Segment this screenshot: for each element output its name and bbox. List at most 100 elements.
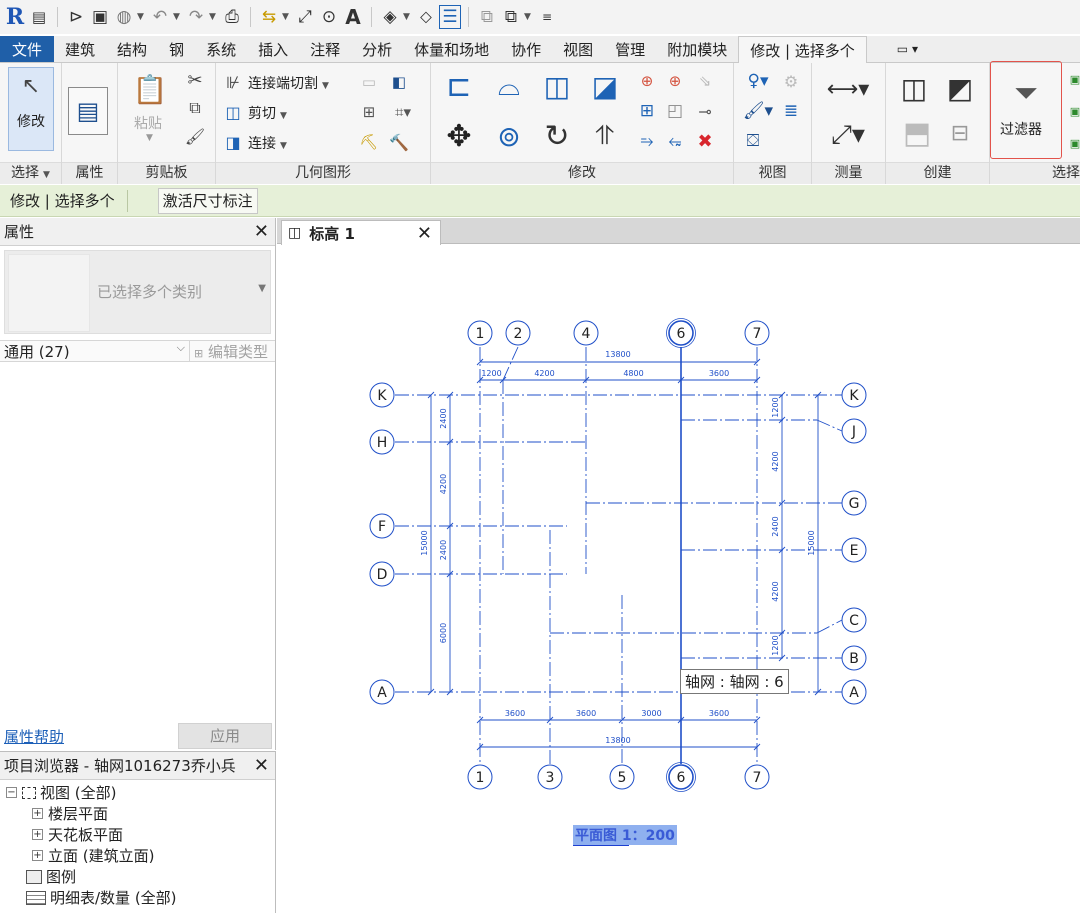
home-icon[interactable]: ▤ — [28, 5, 50, 29]
view-tab-level-1[interactable]: ◫ 标高 1 ✕ — [281, 220, 441, 245]
close-hidden-icon[interactable]: ⧉ — [476, 5, 498, 29]
create-assembly-icon[interactable]: ◫ — [894, 71, 934, 105]
chevron-down-icon[interactable]: ▼ — [282, 12, 292, 22]
expand-toggle[interactable]: + — [32, 808, 43, 819]
tab-systems[interactable]: 系统 — [195, 36, 247, 62]
unpin-icon[interactable]: ⇘ — [693, 69, 717, 93]
tab-view[interactable]: 视图 — [552, 36, 604, 62]
tab-analyze[interactable]: 分析 — [351, 36, 403, 62]
demolish-icon[interactable]: ⛏ — [358, 131, 380, 153]
drawing-canvas[interactable]: 1 2 4 6 7 1 3 5 6 7 K H F D A K J G E C B A 13800 1200 4200 4800 3… — [277, 245, 1080, 913]
scale-icon[interactable]: ◰ — [663, 99, 687, 123]
cut-button[interactable]: 剪切 ▼ — [248, 103, 287, 123]
split-element-icon[interactable]: ⊕ — [635, 69, 659, 93]
join-button[interactable]: 连接 ▼ — [248, 133, 287, 153]
tab-steel[interactable]: 钢 — [158, 36, 195, 62]
trim-extend-icon[interactable]: ⥣ — [585, 117, 625, 155]
tab-structure[interactable]: 结构 — [106, 36, 158, 62]
chevron-down-icon[interactable]: ▼ — [258, 283, 266, 294]
close-icon[interactable]: ✕ — [417, 223, 432, 244]
revit-logo-icon[interactable]: R — [4, 4, 26, 30]
match-properties-icon[interactable]: 🖌 — [184, 125, 206, 147]
rotate-icon[interactable]: ↻ — [537, 117, 577, 155]
collapse-toggle[interactable]: − — [6, 787, 17, 798]
tab-add-ins[interactable]: 附加模块 — [656, 36, 738, 62]
tab-collaborate[interactable]: 协作 — [500, 36, 552, 62]
hide-in-view-icon[interactable]: ♀▾ — [740, 69, 776, 93]
tab-annotate[interactable]: 注释 — [299, 36, 351, 62]
measure-icon[interactable]: ⇆ — [258, 5, 280, 29]
line-weights-icon[interactable]: ≣ — [778, 99, 804, 123]
dimension-icon[interactable]: ⤢ — [294, 5, 316, 29]
cut-icon[interactable]: ✂ — [184, 69, 206, 91]
paint-icon[interactable]: ◧ — [388, 71, 410, 93]
tab-modify-select-multiple[interactable]: 修改 | 选择多个 — [738, 36, 867, 63]
print-icon[interactable]: ⎙ — [221, 5, 243, 29]
chevron-down-icon[interactable]: ▼ — [403, 12, 413, 22]
grid-plan-drawing[interactable]: 1 2 4 6 7 1 3 5 6 7 K H F D A K J G E C B A 13800 1200 4200 4800 3… — [277, 245, 1080, 913]
trim-multiple-icon[interactable]: ⥳ — [663, 129, 687, 153]
expand-toggle[interactable]: + — [32, 850, 43, 861]
sync-icon[interactable]: ◍ — [113, 5, 135, 29]
thin-lines-icon[interactable]: ☰ — [439, 5, 461, 29]
ribbon-minimize-toggle[interactable]: ▭ ▾ — [867, 36, 929, 62]
paint-bucket-icon[interactable]: ⛋ — [740, 129, 766, 153]
select-all-icon[interactable]: ▣ — [1068, 71, 1080, 87]
undo-icon[interactable]: ↶ — [149, 5, 171, 29]
chevron-down-icon[interactable]: ▼ — [209, 12, 219, 22]
create-similar-icon[interactable]: ⊟ — [940, 113, 980, 153]
create-group-icon[interactable]: ⬒ — [894, 113, 940, 153]
move-icon[interactable]: ✥ — [441, 117, 477, 155]
align-icon[interactable]: ⊏ — [441, 69, 477, 104]
text-icon[interactable]: A — [342, 5, 364, 29]
tab-architecture[interactable]: 建筑 — [54, 36, 106, 62]
delete-icon[interactable]: ✖ — [693, 129, 717, 153]
mirror-draw-axis-icon[interactable]: ◪ — [585, 69, 625, 103]
type-selector[interactable]: 已选择多个类别 ▼ — [4, 250, 271, 334]
close-icon[interactable]: ✕ — [254, 755, 269, 776]
plan-title[interactable]: 平面图 1：200 — [573, 825, 677, 845]
create-parts-icon[interactable]: ◩ — [940, 71, 980, 105]
tree-item-schedules[interactable]: 明细表/数量 (全部) — [26, 887, 275, 908]
hammer-icon[interactable]: 🔨 — [388, 131, 410, 153]
copy-element-icon[interactable]: ⊚ — [489, 117, 529, 155]
paste-icon[interactable]: 📋 — [130, 69, 170, 109]
section-icon[interactable]: ⬦ — [415, 5, 437, 29]
tree-item-elevations[interactable]: + 立面 (建筑立面) — [32, 845, 275, 866]
split-gap-icon[interactable]: ⊕ — [663, 69, 687, 93]
wall-joins-icon[interactable]: ▭ — [358, 71, 380, 93]
cut-geometry-icon[interactable]: ◫ — [222, 101, 244, 123]
tree-item-legends[interactable]: 图例 — [26, 866, 275, 887]
customize-qat-icon[interactable]: ≡ — [536, 5, 558, 29]
properties-button[interactable]: ▤ — [68, 87, 108, 135]
select-link-icon[interactable]: ▣ — [1068, 103, 1080, 119]
properties-help-link[interactable]: 属性帮助 — [0, 726, 178, 747]
expand-toggle[interactable]: + — [32, 829, 43, 840]
panel-select-title[interactable]: 选择 ▼ — [0, 162, 61, 184]
open-icon[interactable]: ⊳ — [65, 5, 87, 29]
aligned-dimension-icon[interactable]: ⤢▾ — [820, 117, 876, 153]
offset-icon[interactable]: ⌓ — [489, 69, 529, 103]
save-icon[interactable]: ▣ — [89, 5, 111, 29]
mirror-pick-axis-icon[interactable]: ◫ — [537, 69, 577, 103]
cut-end-button[interactable]: 连接端切割 ▼ — [248, 73, 329, 93]
chevron-down-icon[interactable]: ▼ — [146, 133, 153, 143]
edit-type-button[interactable]: ⊞ 编辑类型 — [190, 341, 268, 362]
override-graphics-icon[interactable]: ⚙ — [778, 69, 804, 93]
3d-view-icon[interactable]: ◈ — [379, 5, 401, 29]
instance-filter-dropdown[interactable]: 通用 (27) ⌵ — [0, 340, 190, 362]
close-icon[interactable]: ✕ — [254, 221, 269, 242]
tree-item-views[interactable]: − 视图 (全部) — [6, 782, 275, 803]
tag-icon[interactable]: ⊙ — [318, 5, 340, 29]
tab-manage[interactable]: 管理 — [604, 36, 656, 62]
trim-single-icon[interactable]: ⥱ — [635, 129, 659, 153]
chevron-down-icon[interactable]: ▼ — [524, 12, 534, 22]
tree-item-floor-plans[interactable]: + 楼层平面 — [32, 803, 275, 824]
apply-button[interactable]: 应用 — [178, 723, 272, 749]
tab-insert[interactable]: 插入 — [247, 36, 299, 62]
split-face-icon[interactable]: ⊞ — [358, 101, 380, 123]
paste-button-label[interactable]: 粘贴 — [134, 113, 162, 133]
pin-icon[interactable]: ⊸ — [693, 99, 717, 123]
tree-item-ceiling-plans[interactable]: + 天花板平面 — [32, 824, 275, 845]
redo-icon[interactable]: ↷ — [185, 5, 207, 29]
